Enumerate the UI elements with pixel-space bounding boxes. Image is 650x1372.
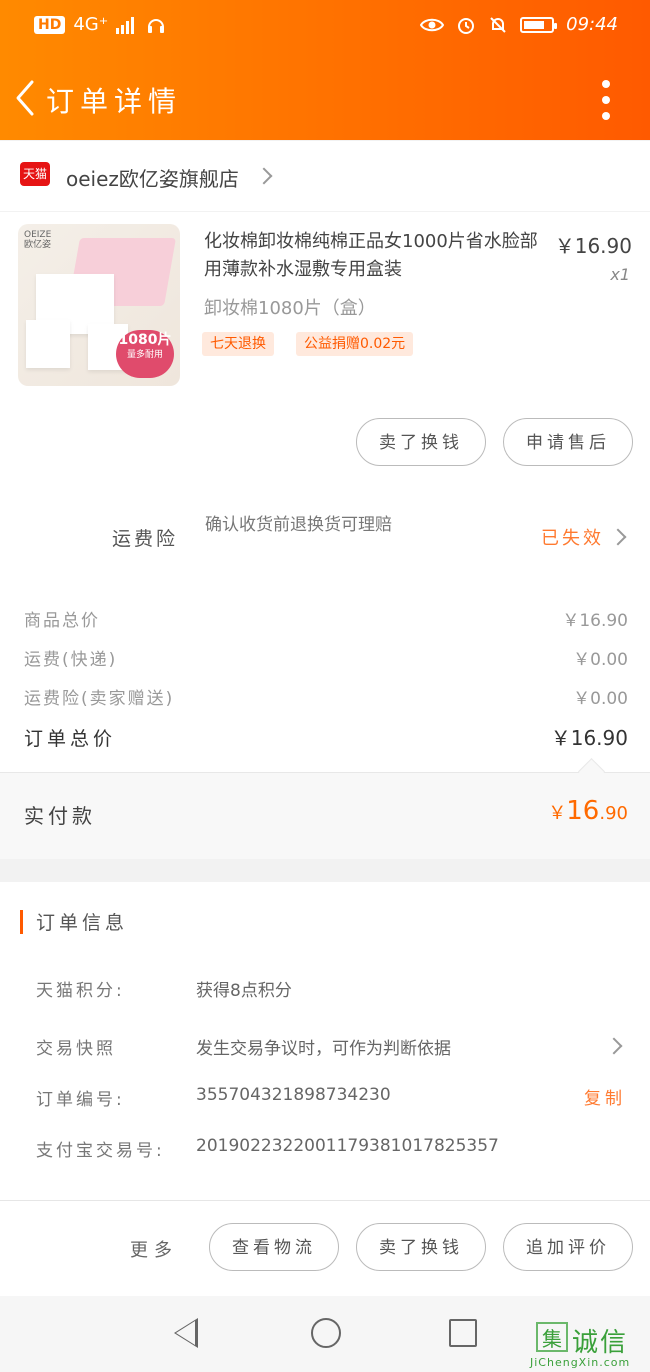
paid-decimal: .90 bbox=[599, 803, 628, 824]
more-vertical-icon[interactable] bbox=[600, 80, 612, 120]
watermark-text: 诚信 bbox=[572, 1328, 629, 1358]
status-bar: HD 4G⁺ 77 09:44 bbox=[0, 0, 650, 56]
back-icon[interactable] bbox=[12, 78, 38, 118]
battery-icon bbox=[520, 16, 558, 33]
insurance-description: 确认收货前退换货可理赔 bbox=[205, 515, 392, 535]
price-row-value: ￥16.90 bbox=[562, 611, 628, 631]
price-row-value: ￥0.00 bbox=[573, 650, 628, 670]
image-badge-number: 1080片 bbox=[118, 332, 172, 348]
signal-indicator: 4G⁺ bbox=[73, 14, 109, 35]
product-sku: 卸妆棉1080片（盒） bbox=[204, 298, 376, 319]
resell-button[interactable]: 卖了换钱 bbox=[356, 1223, 486, 1271]
eye-icon bbox=[420, 18, 445, 31]
info-value[interactable]: 发生交易争议时，可作为判断依据 bbox=[196, 1034, 451, 1059]
add-review-button[interactable]: 追加评价 bbox=[503, 1223, 633, 1271]
paid-label: 实付款 bbox=[24, 804, 96, 828]
info-value: 获得8点积分 bbox=[196, 981, 292, 1001]
watermark-url: JiChengXin.com bbox=[530, 1356, 631, 1369]
product-price: ￥16.90 bbox=[554, 234, 632, 258]
order-number: 355704321898734230 bbox=[196, 1085, 391, 1105]
copy-button[interactable]: 复制 bbox=[584, 1084, 626, 1109]
info-label: 天猫积分: bbox=[36, 981, 125, 1001]
order-info-title: 订单信息 bbox=[36, 912, 129, 934]
hd-badge: HD bbox=[34, 15, 66, 34]
price-row-label: 运费(快递) bbox=[24, 650, 118, 670]
nav-bar: 订单详情 bbox=[0, 56, 650, 140]
order-total-value: ￥16.90 bbox=[550, 726, 628, 750]
price-row-label: 运费险(卖家赠送) bbox=[24, 689, 175, 709]
header: HD 4G⁺ 77 09:44 订单详情 bbox=[0, 0, 650, 140]
headset-icon bbox=[148, 18, 165, 33]
page-title: 订单详情 bbox=[46, 85, 183, 118]
tag-charity: 公益捐赠0.02元 bbox=[296, 332, 414, 356]
product-title[interactable]: 化妆棉卸妆棉纯棉正品女1000片省水脸部用薄款补水湿敷专用盒装 bbox=[204, 228, 548, 284]
watermark: 集 诚信 JiChengXin.com bbox=[530, 1322, 648, 1369]
info-label: 订单编号: bbox=[36, 1090, 125, 1110]
recents-square-icon[interactable] bbox=[449, 1319, 477, 1347]
paid-currency: ￥ bbox=[548, 803, 567, 824]
product-image[interactable]: OEIZE 欧亿姿 1080片 量多耐用 bbox=[18, 224, 180, 386]
paid-integer: 16 bbox=[566, 796, 600, 826]
info-label[interactable]: 交易快照 bbox=[36, 1034, 116, 1059]
tmall-badge: 天猫 bbox=[20, 162, 50, 186]
price-row-label: 商品总价 bbox=[24, 611, 100, 631]
mute-bell-icon bbox=[490, 16, 506, 33]
insurance-status: 已失效 bbox=[541, 528, 604, 549]
back-triangle-icon[interactable] bbox=[174, 1318, 198, 1348]
shop-name[interactable]: oeiez欧亿姿旗舰店 bbox=[66, 163, 239, 192]
signal-bars-icon bbox=[116, 16, 135, 34]
view-logistics-button[interactable]: 查看物流 bbox=[209, 1223, 339, 1271]
info-label: 支付宝交易号: bbox=[36, 1141, 165, 1161]
image-pad bbox=[26, 320, 70, 368]
tag-seven-day-return: 七天退换 bbox=[202, 332, 274, 356]
home-circle-icon[interactable] bbox=[311, 1318, 341, 1348]
image-badge-text: 量多耐用 bbox=[126, 350, 163, 360]
resell-button[interactable]: 卖了换钱 bbox=[356, 418, 486, 466]
insurance-label: 运费险 bbox=[112, 528, 179, 550]
clock: 09:44 bbox=[566, 14, 618, 35]
image-brand: OEIZE 欧亿姿 bbox=[24, 230, 52, 250]
alipay-transaction-number: 2019022322001179381017825357 bbox=[196, 1136, 499, 1156]
paid-amount: ￥16.90 bbox=[548, 796, 628, 826]
image-badge: 1080片 量多耐用 bbox=[116, 330, 174, 378]
watermark-box: 集 bbox=[536, 1322, 568, 1352]
price-row-value: ￥0.00 bbox=[573, 689, 628, 709]
order-total-label: 订单总价 bbox=[24, 728, 117, 750]
section-accent-bar bbox=[20, 910, 23, 934]
product-quantity: x1 bbox=[610, 265, 630, 284]
after-sales-button[interactable]: 申请售后 bbox=[503, 418, 633, 466]
alarm-icon bbox=[458, 17, 475, 34]
battery-fill bbox=[524, 20, 545, 29]
more-button[interactable]: 更多 bbox=[130, 1236, 178, 1262]
